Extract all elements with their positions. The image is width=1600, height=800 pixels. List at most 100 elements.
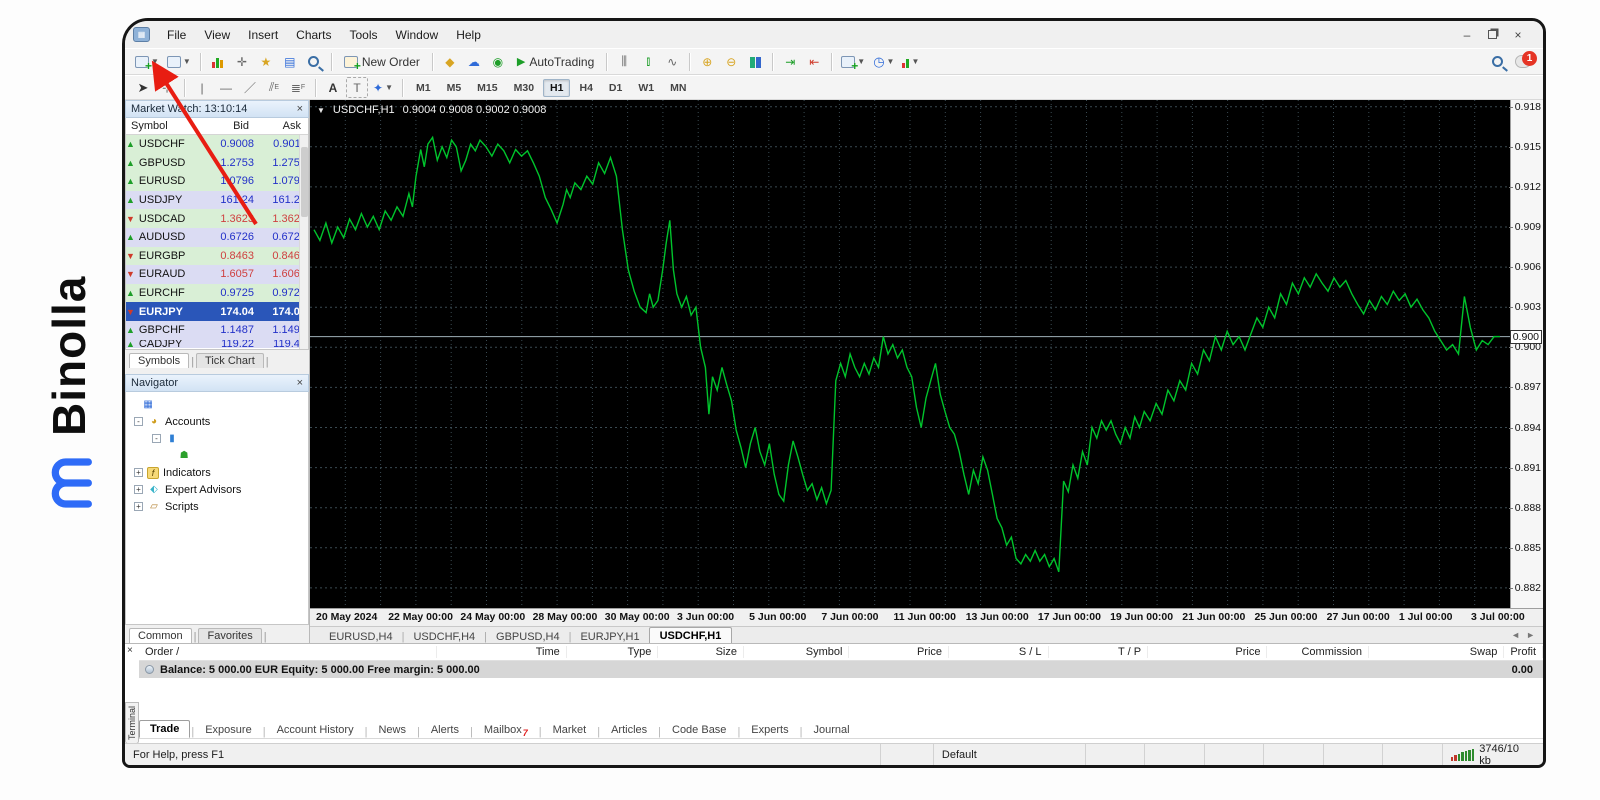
bar-chart-button[interactable]: ⫼ xyxy=(613,51,635,72)
market-watch-column-header[interactable]: Symbol Bid Ask xyxy=(126,118,308,135)
timeframe-m5[interactable]: M5 xyxy=(440,79,469,97)
navigator-item[interactable]: ☗ xyxy=(128,447,306,464)
terminal-tab-mailbox[interactable]: Mailbox 7 xyxy=(474,722,538,738)
terminal-tab-account-history[interactable]: Account History xyxy=(267,722,364,738)
terminal-column-s-l[interactable]: S / L xyxy=(949,646,1049,658)
community-button[interactable]: ☁ xyxy=(463,51,485,72)
auto-scroll-button[interactable]: ⇥ xyxy=(779,51,801,72)
market-watch-row[interactable]: ▼ EURAUD 1.6057 1.6064 xyxy=(126,265,308,284)
terminal-tab-news[interactable]: News xyxy=(368,722,416,738)
tree-expand-icon[interactable]: - xyxy=(152,434,161,443)
new-chart-button[interactable]: + ▼ xyxy=(132,51,162,72)
chart-collapse-icon[interactable]: ▼ xyxy=(317,106,325,115)
navigator-item-expert-advisors[interactable]: + ⬖ Expert Advisors xyxy=(128,481,306,498)
market-watch-row[interactable]: ▲ USDJPY 161.24 161.27 xyxy=(126,190,308,210)
data-window-button[interactable]: ✛ xyxy=(231,51,253,72)
terminal-column-price[interactable]: Price xyxy=(849,646,949,658)
tree-expand-icon[interactable]: + xyxy=(134,468,143,477)
periods-button[interactable]: ◷ ▼ xyxy=(870,51,897,72)
navigator-header[interactable]: Navigator × xyxy=(125,374,309,392)
text-label-button[interactable]: T xyxy=(346,77,368,98)
terminal-tab-trade[interactable]: Trade xyxy=(139,720,191,738)
navigator-toggle[interactable]: ★ xyxy=(255,51,277,72)
market-watch-row[interactable]: ▲ GBPUSD 1.2753 1.2756 xyxy=(126,153,308,173)
arrows-button[interactable]: ✦ ▼ xyxy=(370,77,396,98)
terminal-tab-alerts[interactable]: Alerts xyxy=(421,722,469,738)
market-watch-row[interactable]: ▲ EURCHF 0.9725 0.9728 xyxy=(126,283,308,303)
tree-expand-icon[interactable]: + xyxy=(134,485,143,494)
market-watch-scrollbar[interactable] xyxy=(299,135,308,349)
menu-charts[interactable]: Charts xyxy=(287,25,340,45)
vertical-line-button[interactable]: | xyxy=(191,77,213,98)
tree-expand-icon[interactable]: + xyxy=(134,502,143,511)
navigator-close-icon[interactable]: × xyxy=(297,377,303,389)
terminal-column-price[interactable]: Price xyxy=(1148,646,1268,658)
column-header-ask[interactable]: Ask xyxy=(254,120,306,132)
navigator-tab-common[interactable]: Common xyxy=(129,628,192,643)
terminal-column-commission[interactable]: Commission xyxy=(1267,646,1369,658)
notifications-icon[interactable]: 1 xyxy=(1515,51,1537,68)
terminal-side-tab[interactable]: Terminal xyxy=(125,702,139,744)
minimize-button[interactable]: – xyxy=(1460,28,1474,42)
menu-view[interactable]: View xyxy=(195,25,239,45)
timeframe-m30[interactable]: M30 xyxy=(507,79,541,97)
zoom-out-button[interactable]: ⊖ xyxy=(720,51,742,72)
templates-button[interactable]: ▼ xyxy=(899,51,922,72)
website-button[interactable]: ◉ xyxy=(487,51,509,72)
column-header-symbol[interactable]: Symbol xyxy=(126,120,202,132)
terminal-column-time[interactable]: Time xyxy=(437,646,567,658)
terminal-tab-journal[interactable]: Journal xyxy=(803,722,859,738)
cursor-button[interactable]: ➤ xyxy=(132,77,154,98)
menu-file[interactable]: File xyxy=(158,25,195,45)
restore-button[interactable] xyxy=(1488,30,1497,39)
terminal-close-icon[interactable]: × xyxy=(127,645,133,656)
chart-tab-scroll-arrows[interactable]: ◄ ► xyxy=(1511,630,1543,640)
trendline-button[interactable]: ／ xyxy=(239,77,261,98)
terminal-toggle[interactable]: ▤ xyxy=(279,51,301,72)
market-watch-row[interactable]: ▲ EURUSD 1.0796 1.0799 xyxy=(126,172,308,191)
zoom-in-button[interactable]: ⊕ xyxy=(696,51,718,72)
navigator-item-accounts[interactable]: - ◕ Accounts xyxy=(128,413,306,430)
navigator-item-scripts[interactable]: + ▱ Scripts xyxy=(128,498,306,515)
price-axis[interactable]: 0.900 0.918 0.915 0.912 0.909 0.906 0.903 0.90… xyxy=(1508,100,1543,608)
terminal-column-swap[interactable]: Swap xyxy=(1369,646,1505,658)
market-watch-row[interactable]: ▲ CADJPY 119.22 119.41 xyxy=(126,339,308,348)
timeframe-m1[interactable]: M1 xyxy=(409,79,438,97)
autotrading-button[interactable]: ▶ AutoTrading xyxy=(511,51,600,72)
text-button[interactable]: A xyxy=(322,77,344,98)
terminal-tab-exposure[interactable]: Exposure xyxy=(195,722,261,738)
candlestick-chart-button[interactable]: ⫾ xyxy=(637,51,659,72)
terminal-column-t-p[interactable]: T / P xyxy=(1049,646,1149,658)
terminal-column-type[interactable]: Type xyxy=(567,646,659,658)
market-watch-row[interactable]: ▲ USDCHF 0.9008 0.9011 xyxy=(126,135,308,154)
time-axis[interactable]: 20 May 2024 22 May 00:00 24 May 00:00 28 Ma… xyxy=(310,608,1543,626)
search-icon[interactable] xyxy=(1492,56,1503,67)
close-button[interactable]: × xyxy=(1511,28,1525,42)
crosshair-button[interactable]: ⊹ xyxy=(156,77,178,98)
menu-insert[interactable]: Insert xyxy=(239,25,287,45)
fibonacci-button[interactable]: ≣ F xyxy=(287,77,309,98)
terminal-column-header[interactable]: Order / Time Type Size Symbol Price S / LT / P… xyxy=(139,644,1543,661)
strategy-tester-button[interactable] xyxy=(303,51,325,72)
terminal-tab-articles[interactable]: Articles xyxy=(601,722,657,738)
market-watch-row[interactable]: ▼ EURGBP 0.8463 0.8466 xyxy=(126,246,308,266)
status-profile[interactable]: Default xyxy=(934,744,1086,765)
chart-tab-eurjpy-h1[interactable]: EURJPY,H1 xyxy=(571,631,648,643)
chart-shift-button[interactable]: ⇤ xyxy=(803,51,825,72)
chart-tab-usdchf-h4[interactable]: USDCHF,H4 xyxy=(404,631,484,643)
timeframe-w1[interactable]: W1 xyxy=(631,79,661,97)
market-watch-row[interactable]: ▼ USDCAD 1.3623 1.3626 xyxy=(126,209,308,228)
menu-tools[interactable]: Tools xyxy=(341,25,387,45)
terminal-tab-experts[interactable]: Experts xyxy=(741,722,798,738)
timeframe-d1[interactable]: D1 xyxy=(602,79,629,97)
new-order-button[interactable]: + New Order xyxy=(338,51,426,72)
profiles-button[interactable]: ▼ xyxy=(164,51,194,72)
navigator-item[interactable]: - ▮ xyxy=(128,430,306,447)
timeframe-m15[interactable]: M15 xyxy=(470,79,504,97)
channel-button[interactable]: ⫽ E xyxy=(263,77,285,98)
market-watch-tab-symbols[interactable]: Symbols xyxy=(129,353,190,368)
chart-plot[interactable]: ▼ USDCHF,H1 0.9004 0.9008 0.9002 0.9008 xyxy=(310,100,1510,608)
market-watch-tab-tick-chart[interactable]: Tick Chart xyxy=(196,353,264,368)
terminal-tab-code-base[interactable]: Code Base xyxy=(662,722,736,738)
chart-tab-gbpusd-h4[interactable]: GBPUSD,H4 xyxy=(487,631,569,643)
